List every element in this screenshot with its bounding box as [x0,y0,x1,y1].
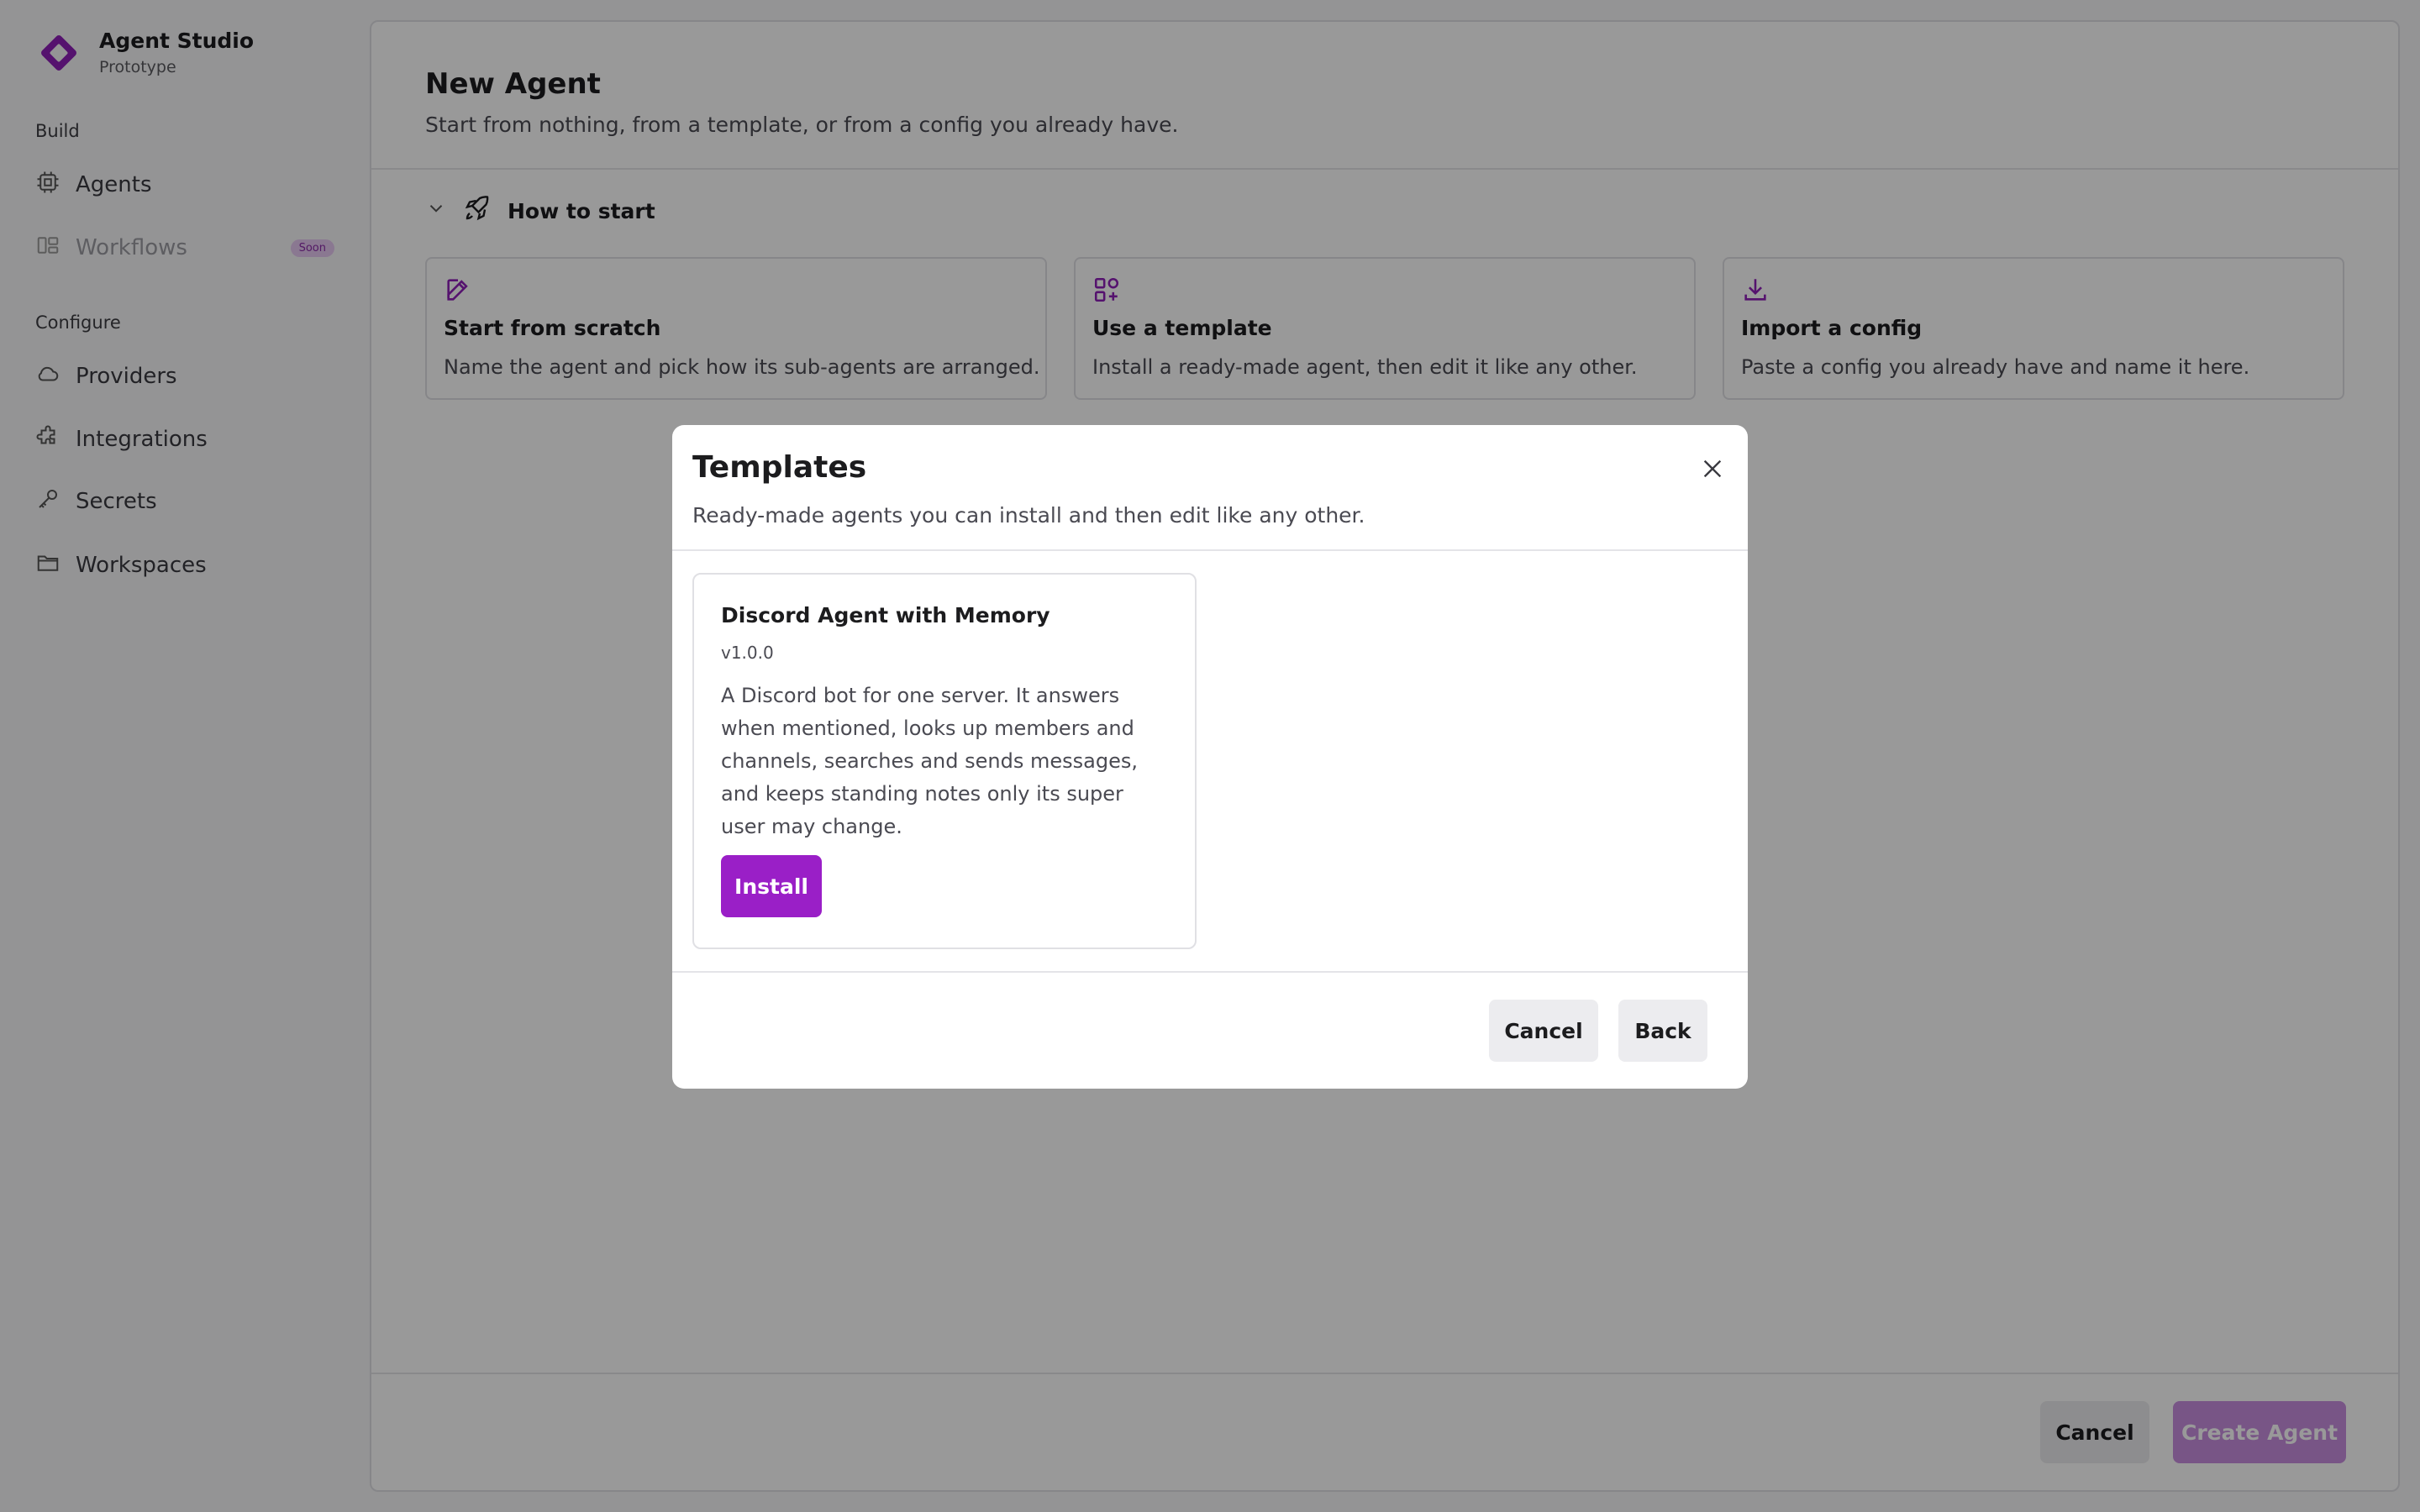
modal-header: Templates Ready-made agents you can inst… [672,425,1748,551]
install-button[interactable]: Install [721,855,822,917]
template-title: Discord Agent with Memory [721,603,1050,627]
template-description: A Discord bot for one server. It answers… [721,684,1138,838]
templates-modal: Templates Ready-made agents you can inst… [672,425,1748,1089]
modal-title: Templates [692,450,867,485]
template-version: v1.0.0 [721,643,774,663]
close-icon [1699,455,1726,486]
modal-cancel-button[interactable]: Cancel [1489,1000,1598,1062]
modal-subtitle: Ready-made agents you can install and th… [692,503,1365,528]
modal-footer: Cancel Back [672,971,1748,1089]
template-card: Discord Agent with Memory v1.0.0 A Disco… [692,573,1197,949]
back-button[interactable]: Back [1618,1000,1707,1062]
close-button[interactable] [1694,452,1731,489]
